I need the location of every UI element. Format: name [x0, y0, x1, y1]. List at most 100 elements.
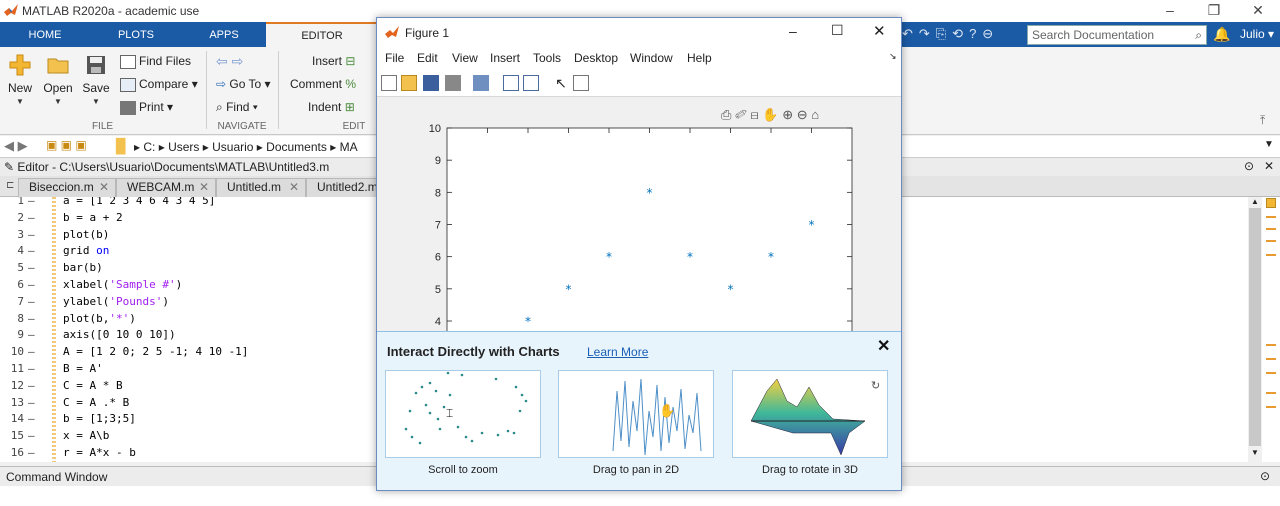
nav-arrows-icon[interactable]: ◀ ▶ — [4, 138, 28, 154]
file-tab[interactable]: WEBCAM.m ✕ — [116, 178, 216, 197]
code-line[interactable]: b = [1;3;5] — [63, 412, 136, 425]
search-documentation-input[interactable]: Search Documentation ⌕ — [1027, 25, 1207, 45]
compare-button[interactable]: Compare ▾ — [120, 74, 198, 94]
breakpoint-marker[interactable]: – — [28, 412, 35, 425]
close-editor-icon[interactable]: ✕ — [1264, 159, 1274, 173]
menu-insert[interactable]: Insert — [490, 51, 520, 65]
new-figure-icon[interactable] — [381, 75, 397, 91]
link-plot-icon[interactable] — [473, 75, 489, 91]
code-line[interactable]: axis([0 10 0 10]) — [63, 328, 176, 341]
code-line[interactable]: C = A .* B — [63, 396, 129, 409]
menu-file[interactable]: File — [385, 51, 404, 65]
code-line[interactable]: ylabel('Pounds') — [63, 295, 169, 308]
close-panel-icon[interactable]: ✕ — [877, 336, 890, 356]
code-line[interactable]: plot(b,'*') — [63, 312, 136, 325]
property-inspector-icon[interactable] — [573, 75, 589, 91]
code-editor[interactable]: 1– a = [1 2 3 4 6 4 3 4 5] 2– b = a + 2 3– pl… — [0, 197, 378, 462]
go-to-button[interactable]: ⇨ Go To ▾ — [216, 74, 271, 94]
editor-options-icon[interactable]: ⊙ — [1244, 159, 1254, 173]
code-line[interactable]: r = A*x - b — [63, 446, 136, 459]
breakpoint-marker[interactable]: – — [28, 228, 35, 241]
code-line[interactable]: grid on — [63, 244, 109, 257]
scatter-chart[interactable]: 45678910********* — [377, 97, 901, 333]
warning-mark[interactable] — [1266, 358, 1276, 360]
warning-mark[interactable] — [1266, 406, 1276, 408]
menu-view[interactable]: View — [452, 51, 478, 65]
breakpoint-marker[interactable]: – — [28, 446, 35, 459]
quick-access-toolbar[interactable]: ↶↷⎘⟲?⊖ — [902, 26, 1022, 44]
code-line[interactable]: b = a + 2 — [63, 211, 123, 224]
warning-mark[interactable] — [1266, 254, 1276, 256]
back-forward-arrows[interactable]: ⇦ ⇨ — [216, 51, 243, 71]
breakpoint-marker[interactable]: – — [28, 328, 35, 341]
comment-button[interactable]: Comment % — [290, 74, 356, 94]
tab-editor[interactable]: EDITOR — [266, 22, 378, 47]
menu-tools[interactable]: Tools — [533, 51, 561, 65]
menu-dock-arrow-icon[interactable]: ↘ — [889, 51, 897, 62]
restore-button[interactable]: ❐ — [1192, 0, 1236, 22]
tab-list-icon[interactable]: ⊏ — [6, 180, 14, 191]
figure-minimize-button[interactable]: – — [789, 23, 797, 39]
user-menu[interactable]: Julio ▾ — [1240, 27, 1274, 41]
tab-home[interactable]: HOME — [0, 22, 90, 47]
breakpoint-marker[interactable]: – — [28, 197, 35, 207]
menu-desktop[interactable]: Desktop — [574, 51, 618, 65]
breakpoint-marker[interactable]: – — [28, 362, 35, 375]
code-line[interactable]: A = [1 2 0; 2 5 -1; 4 10 -1] — [63, 345, 248, 358]
scrollbar-thumb[interactable] — [1249, 208, 1261, 446]
code-line[interactable]: B = A' — [63, 362, 103, 375]
legend-icon[interactable] — [523, 75, 539, 91]
address-dropdown[interactable]: ▼ — [1264, 139, 1274, 150]
breadcrumb[interactable]: ▸ C: ▸ Users ▸ Usuario ▸ Documents ▸ MA — [134, 140, 358, 154]
breakpoint-marker[interactable]: – — [28, 211, 35, 224]
code-line[interactable]: xlabel('Sample #') — [63, 278, 182, 291]
file-tab[interactable]: Untitled.m ✕ — [216, 178, 306, 197]
menu-edit[interactable]: Edit — [417, 51, 438, 65]
save-button[interactable]: Save ▼ — [78, 53, 114, 106]
colorbar-icon[interactable] — [503, 75, 519, 91]
file-tab[interactable]: Untitled2.m — [306, 178, 378, 197]
file-tab[interactable]: Biseccion.m ✕ — [18, 178, 116, 197]
breakpoint-marker[interactable]: – — [28, 429, 35, 442]
figure-close-button[interactable]: ✕ — [873, 22, 886, 40]
warning-mark[interactable] — [1266, 392, 1276, 394]
notification-bell-icon[interactable]: 🔔 — [1213, 26, 1230, 43]
breakpoint-marker[interactable]: – — [28, 312, 35, 325]
find-files-button[interactable]: Find Files — [120, 51, 191, 71]
menu-window[interactable]: Window — [630, 51, 673, 65]
collapse-ribbon-icon[interactable]: ⤒ — [1260, 113, 1265, 128]
learn-more-link[interactable]: Learn More — [587, 345, 648, 359]
warning-indicator[interactable] — [1266, 198, 1276, 208]
code-line[interactable]: x = A\b — [63, 429, 109, 442]
breakpoint-marker[interactable]: – — [28, 345, 35, 358]
edit-plot-pointer-icon[interactable]: ↖ — [553, 75, 569, 91]
open-file-icon[interactable] — [401, 75, 417, 91]
open-button[interactable]: Open ▼ — [40, 53, 76, 106]
new-button[interactable]: New ▼ — [2, 53, 38, 106]
figure-maximize-button[interactable]: ☐ — [831, 22, 844, 39]
breakpoint-marker[interactable]: – — [28, 295, 35, 308]
tab-plots[interactable]: PLOTS — [90, 22, 182, 47]
find-button[interactable]: ⌕ Find ▾ — [216, 97, 258, 117]
warning-mark[interactable] — [1266, 344, 1276, 346]
save-figure-icon[interactable] — [423, 75, 439, 91]
breakpoint-marker[interactable]: – — [28, 244, 35, 257]
warning-mark[interactable] — [1266, 228, 1276, 230]
minimize-button[interactable]: – — [1148, 0, 1192, 22]
indent-button[interactable]: Indent ⊞ — [308, 97, 355, 117]
scroll-down-arrow[interactable]: ▼ — [1249, 448, 1261, 458]
code-line[interactable]: bar(b) — [63, 261, 103, 274]
folder-tools-icon[interactable]: ▣ ▣ ▣ — [46, 138, 87, 152]
print-figure-icon[interactable] — [445, 75, 461, 91]
print-button[interactable]: Print ▾ — [120, 97, 173, 117]
breakpoint-marker[interactable]: – — [28, 379, 35, 392]
code-line[interactable]: plot(b) — [63, 228, 109, 241]
code-line[interactable]: a = [1 2 3 4 6 4 3 4 5] — [63, 197, 215, 207]
scroll-up-arrow[interactable]: ▲ — [1249, 197, 1261, 207]
breakpoint-marker[interactable]: – — [28, 278, 35, 291]
close-window-button[interactable]: ✕ — [1236, 0, 1280, 22]
breakpoint-marker[interactable]: – — [28, 396, 35, 409]
warning-mark[interactable] — [1266, 216, 1276, 218]
command-window-options-icon[interactable]: ⊙ — [1260, 469, 1270, 483]
menu-help[interactable]: Help — [687, 51, 712, 65]
